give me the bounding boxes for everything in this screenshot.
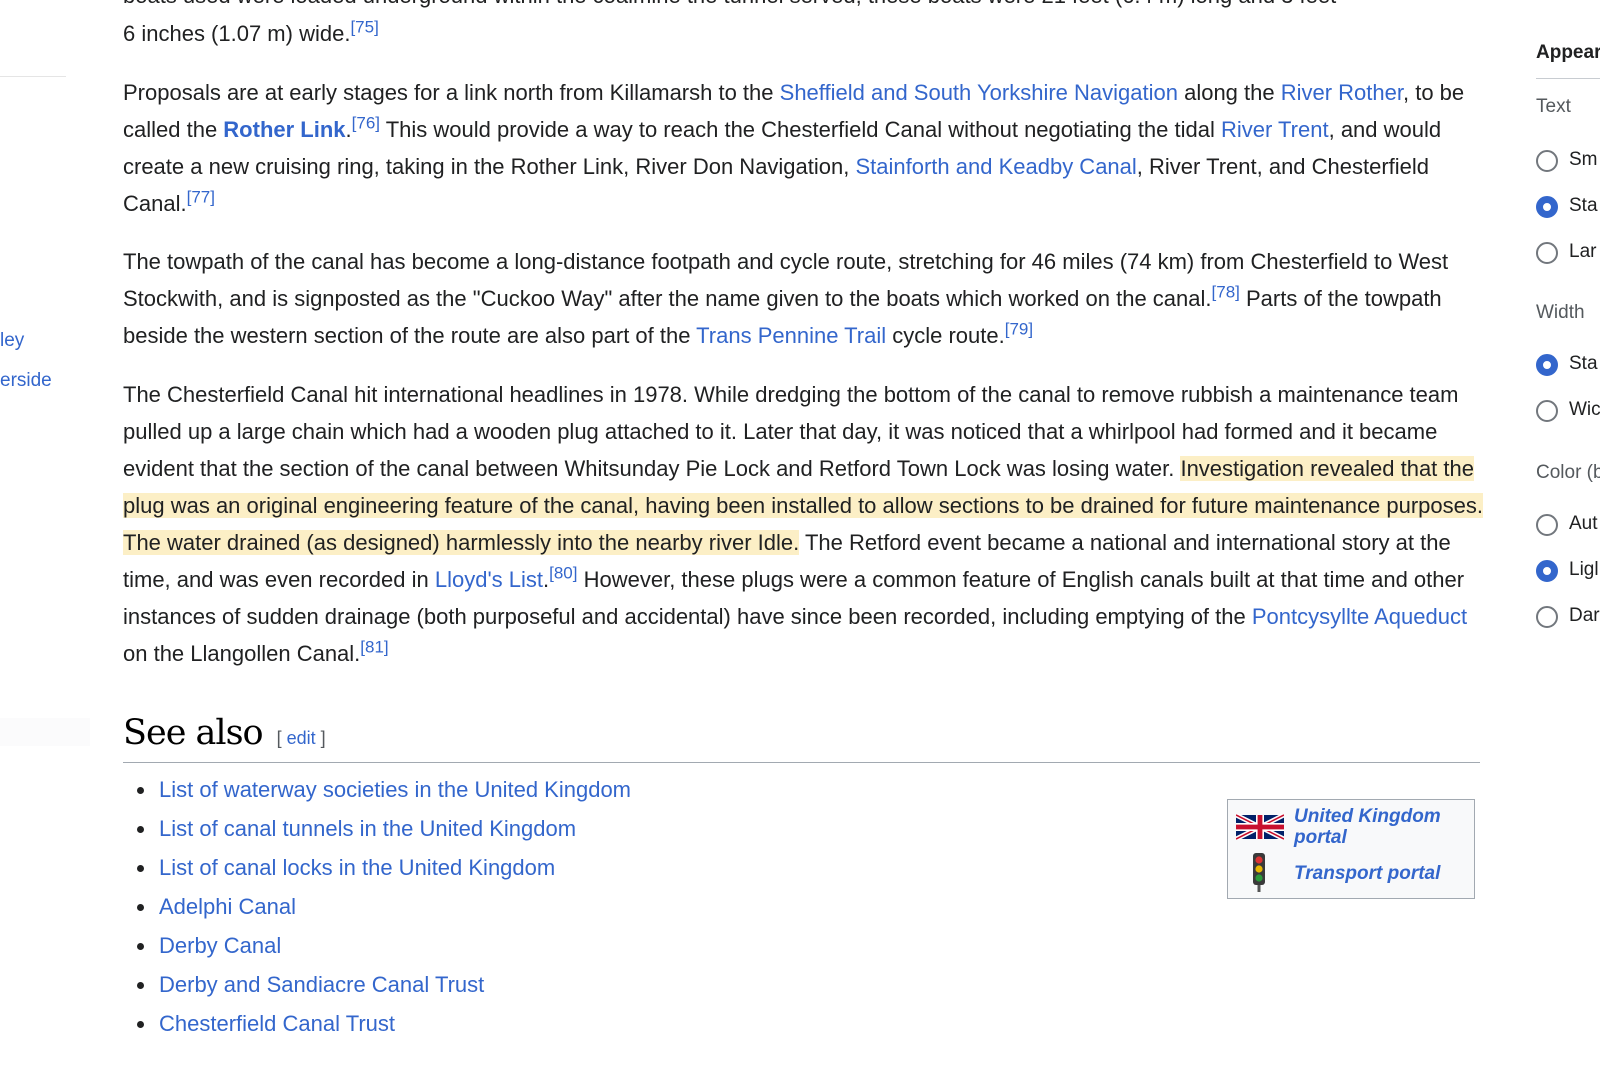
radio-button[interactable] bbox=[1536, 606, 1558, 628]
paragraph-fragment: 6 inches (1.07 m) wide.[75] bbox=[123, 17, 379, 46]
link-river-trent[interactable]: River Trent bbox=[1221, 117, 1329, 142]
section-title: See also bbox=[123, 713, 264, 753]
link-trans-pennine-trail[interactable]: Trans Pennine Trail bbox=[696, 323, 886, 348]
citation-link[interactable]: [77] bbox=[187, 188, 215, 207]
sidebar-item-link[interactable]: erside bbox=[0, 370, 52, 392]
radio-button[interactable] bbox=[1536, 354, 1558, 376]
list-item: List of canal locks in the United Kingdo… bbox=[123, 848, 631, 887]
portal-box: United Kingdom portal Transport portal bbox=[1227, 799, 1475, 899]
list-item: Derby and Sandiacre Canal Trust bbox=[123, 965, 631, 1004]
sidebar-divider bbox=[0, 76, 66, 77]
list-item: Derby Canal bbox=[123, 926, 631, 965]
citation-link[interactable]: [75] bbox=[350, 18, 378, 37]
radio-button[interactable] bbox=[1536, 196, 1558, 218]
clipped-text-line: boats used were loaded underground withi… bbox=[123, 0, 1483, 14]
traffic-light-icon bbox=[1250, 852, 1268, 897]
see-also-link[interactable]: Chesterfield Canal Trust bbox=[159, 1011, 395, 1036]
citation-link[interactable]: [81] bbox=[360, 638, 388, 657]
color-label: Color (b bbox=[1536, 462, 1600, 483]
radio-button[interactable] bbox=[1536, 242, 1558, 264]
paragraph-rother-link: Proposals are at early stages for a link… bbox=[123, 80, 1465, 216]
link-stainforth-keadby[interactable]: Stainforth and Keadby Canal bbox=[855, 154, 1136, 179]
citation-link[interactable]: [80] bbox=[549, 564, 577, 583]
see-also-link[interactable]: List of canal locks in the United Kingdo… bbox=[159, 855, 555, 880]
list-item: Adelphi Canal bbox=[123, 887, 631, 926]
see-also-list: List of waterway societies in the United… bbox=[123, 770, 631, 1043]
see-also-link[interactable]: List of canal tunnels in the United King… bbox=[159, 816, 576, 841]
see-also-link[interactable]: Derby and Sandiacre Canal Trust bbox=[159, 972, 484, 997]
width-label: Width bbox=[1536, 302, 1585, 323]
see-also-link[interactable]: List of waterway societies in the United… bbox=[159, 777, 631, 802]
link-pontcysyllte-aqueduct[interactable]: Pontcysyllte Aqueduct bbox=[1252, 604, 1467, 629]
radio-button[interactable] bbox=[1536, 150, 1558, 172]
citation-link[interactable]: [78] bbox=[1212, 283, 1240, 302]
text-size-label: Text bbox=[1536, 96, 1571, 117]
list-item: List of canal tunnels in the United King… bbox=[123, 809, 631, 848]
paragraph-towpath: The towpath of the canal has become a lo… bbox=[123, 249, 1449, 348]
citation-link[interactable]: [79] bbox=[1005, 320, 1033, 339]
appearance-panel: Appear Text Sm Sta Lar Width Sta Wic Col… bbox=[1536, 0, 1600, 1079]
see-also-link[interactable]: Derby Canal bbox=[159, 933, 281, 958]
appearance-divider bbox=[1536, 78, 1600, 79]
paragraph-1978-incident: The Chesterfield Canal hit international… bbox=[123, 382, 1483, 666]
portal-transport-link[interactable]: Transport portal bbox=[1294, 863, 1440, 884]
uk-flag-icon bbox=[1234, 812, 1286, 845]
link-rother-link[interactable]: Rother Link bbox=[223, 117, 345, 142]
list-item: List of waterway societies in the United… bbox=[123, 770, 631, 809]
list-item: Chesterfield Canal Trust bbox=[123, 1004, 631, 1043]
edit-section: [ edit ] bbox=[276, 728, 326, 748]
edit-section-link[interactable]: edit bbox=[287, 728, 316, 748]
sidebar-faded-item bbox=[0, 718, 90, 746]
sidebar-item-link[interactable]: ley bbox=[0, 330, 24, 352]
radio-button[interactable] bbox=[1536, 400, 1558, 422]
link-sheffield-navigation[interactable]: Sheffield and South Yorkshire Navigation bbox=[780, 80, 1178, 105]
appearance-title: Appear bbox=[1536, 42, 1600, 63]
citation-link[interactable]: [76] bbox=[352, 114, 380, 133]
section-heading: See also [ edit ] bbox=[123, 710, 1480, 763]
radio-button[interactable] bbox=[1536, 514, 1558, 536]
see-also-link[interactable]: Adelphi Canal bbox=[159, 894, 296, 919]
radio-button[interactable] bbox=[1536, 560, 1558, 582]
portal-uk-link[interactable]: United Kingdom portal bbox=[1294, 806, 1441, 848]
link-lloyds-list[interactable]: Lloyd's List bbox=[435, 567, 543, 592]
link-river-rother[interactable]: River Rother bbox=[1281, 80, 1403, 105]
